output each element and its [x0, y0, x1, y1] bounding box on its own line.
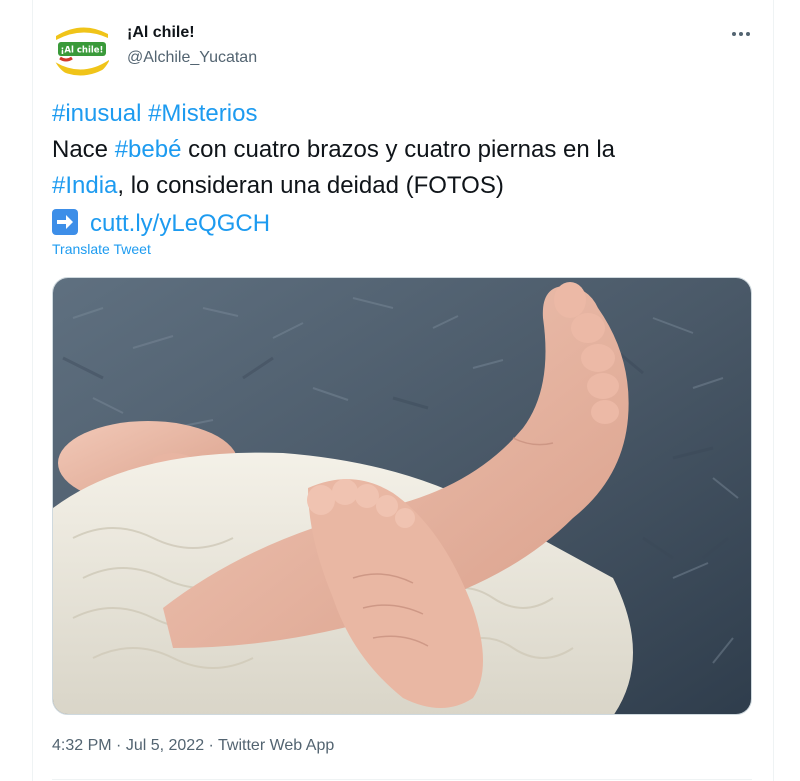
tweet-timestamp-line: 4:32 PM · Jul 5, 2022 · Twitter Web App	[52, 737, 334, 755]
tweet-media-image[interactable]	[52, 277, 752, 715]
tweet-date[interactable]: Jul 5, 2022	[126, 737, 204, 754]
divider	[52, 779, 752, 780]
user-handle[interactable]: @Alchile_Yucatan	[127, 49, 257, 67]
meta-separator-2: ·	[204, 737, 219, 754]
tweet-link[interactable]: cutt.ly/yLeQGCH	[90, 210, 270, 237]
tweet-line-3: #India, lo consideran una deidad (FOTOS)	[52, 168, 752, 204]
hashtag-bebe[interactable]: #bebé	[115, 136, 182, 163]
hashtag-inusual[interactable]: #inusual	[52, 100, 141, 127]
tweet-text-part-1: Nace	[52, 136, 115, 163]
tweet-time[interactable]: 4:32 PM	[52, 737, 112, 754]
tweet-source[interactable]: Twitter Web App	[218, 737, 334, 754]
al-chile-logo-icon: ¡Al chile!	[52, 18, 112, 78]
more-options-button[interactable]	[726, 22, 756, 46]
more-dots-icon	[732, 32, 750, 36]
tweet-text: #inusual #Misterios Nace #bebé con cuatr…	[52, 96, 752, 242]
tweet-line-1: #inusual #Misterios	[52, 96, 752, 132]
tweet-line-4: cutt.ly/yLeQGCH	[52, 206, 752, 242]
hashtag-india[interactable]: #India	[52, 172, 117, 199]
right-arrow-emoji-icon	[52, 209, 78, 235]
display-name[interactable]: ¡Al chile!	[127, 24, 195, 42]
tweet-line-2: Nace #bebé con cuatro brazos y cuatro pi…	[52, 132, 752, 168]
meta-separator: ·	[111, 737, 126, 754]
avatar-logo-text: ¡Al chile!	[61, 46, 104, 56]
tweet-text-part-2: con cuatro brazos y cuatro piernas en la	[181, 136, 616, 163]
hashtag-misterios[interactable]: #Misterios	[148, 100, 257, 127]
translate-tweet-link[interactable]: Translate Tweet	[52, 241, 151, 257]
baby-feet-photo	[53, 278, 751, 714]
avatar[interactable]: ¡Al chile!	[52, 18, 112, 78]
tweet-text-part-3: , lo consideran una deidad (FOTOS)	[117, 172, 504, 199]
